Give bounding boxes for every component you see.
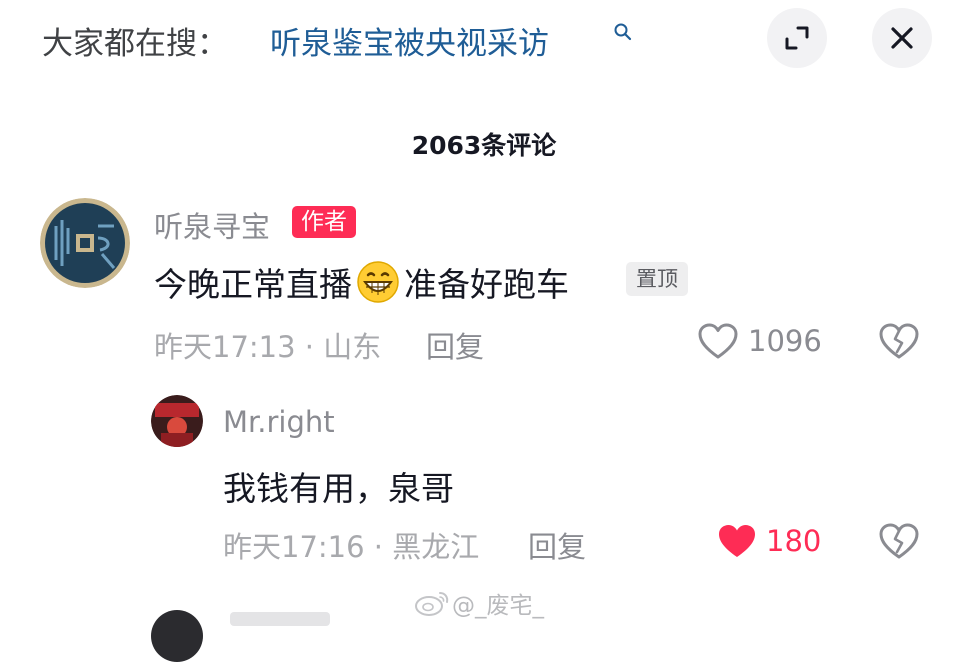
- comment-username[interactable]: 听泉寻宝: [154, 204, 270, 246]
- author-badge: 作者: [292, 206, 356, 238]
- broken-heart-icon[interactable]: [878, 522, 920, 562]
- reply-username[interactable]: Mr.right: [223, 405, 335, 439]
- heart-filled-icon[interactable]: [716, 522, 758, 562]
- reply-button[interactable]: 回复: [426, 324, 484, 366]
- reply-button[interactable]: 回复: [528, 524, 586, 566]
- comment-count-title: 2063条评论: [411, 131, 557, 160]
- close-button[interactable]: [872, 8, 932, 68]
- reply-text: 我钱有用，泉哥: [223, 469, 454, 508]
- heart-outline-icon[interactable]: [697, 322, 739, 362]
- reply-meta: 昨天17:16 · 黑龙江: [223, 530, 480, 564]
- close-icon: [891, 27, 913, 49]
- grinning-face-emoji-icon: [357, 261, 399, 303]
- search-icon[interactable]: [613, 22, 633, 42]
- comment-text-part-1: 今晚正常直播: [154, 265, 352, 304]
- expand-icon: [785, 26, 809, 50]
- user-photo-avatar: [151, 395, 203, 447]
- pinned-badge: 置顶: [626, 262, 688, 296]
- like-count: 1096: [748, 324, 822, 358]
- channel-logo-avatar: [40, 198, 130, 288]
- avatar[interactable]: [151, 395, 203, 447]
- avatar[interactable]: [151, 610, 203, 662]
- broken-heart-icon[interactable]: [878, 322, 920, 362]
- comment-text-part-2: 准备好跑车: [404, 265, 569, 304]
- comment-meta: 昨天17:13 · 山东: [154, 330, 382, 364]
- like-count: 180: [766, 524, 822, 558]
- watermark-text: @_废宅_: [452, 593, 544, 619]
- comment-text: 今晚正常直播 准备好跑车: [154, 258, 569, 306]
- search-prefix-label: 大家都在搜：: [42, 26, 228, 62]
- expand-button[interactable]: [767, 8, 827, 68]
- avatar[interactable]: [40, 198, 130, 288]
- weibo-logo-icon: [415, 592, 449, 616]
- trending-search-link[interactable]: 听泉鉴宝被央视采访: [270, 18, 549, 63]
